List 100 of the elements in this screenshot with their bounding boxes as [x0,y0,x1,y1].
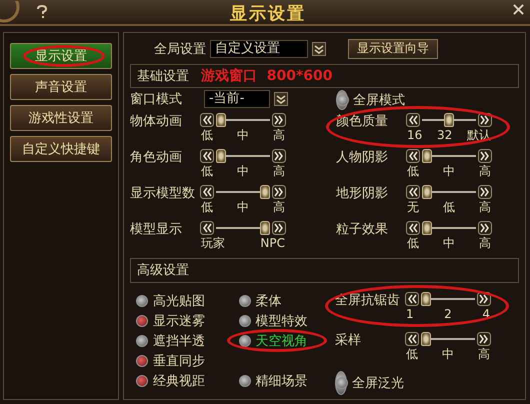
tick-label: 低 [407,164,419,179]
setting-label: 采样 [335,332,362,349]
double-chevron-right-icon[interactable] [272,184,286,199]
radio-button[interactable] [337,94,349,106]
mode-dropdown[interactable]: -当前- [204,90,270,108]
tick-label: 2 [444,307,452,322]
sidebar-tab[interactable]: 显示设置 [10,43,112,69]
tick-label: 无 [407,200,419,215]
radio-button[interactable] [136,335,148,347]
close-icon[interactable] [513,4,524,15]
tick-label: 高 [273,128,285,143]
double-chevron-right-icon[interactable] [477,332,491,346]
setting-label: 人物阴影 [336,148,389,166]
setting-label: 窗口模式 [130,90,183,108]
tick-label: 高 [479,200,491,215]
slider-thumb[interactable] [422,148,432,163]
slider-thumb[interactable] [422,184,432,199]
tick-label: 中 [443,236,455,251]
option-label: 垂直同步 [153,353,205,370]
double-chevron-right-icon[interactable] [272,148,286,163]
section-title: 高级设置 [137,262,189,280]
tick-label: 中 [443,164,455,179]
tick-label: 高 [273,200,285,215]
setting-label: 物体动画 [130,112,183,130]
slider-thumb[interactable] [444,112,454,127]
tick-label: 1 [406,307,414,322]
setting-label: 粒子效果 [336,220,389,238]
option-label: 模型特效 [256,313,308,330]
tick-label: 16 [407,128,422,143]
tick-label: 低 [201,200,213,215]
tick-label: 低 [201,128,213,143]
double-chevron-right-icon[interactable] [478,184,492,199]
setting-label: 显示模型数 [130,184,196,202]
tick-label: 低 [443,200,455,215]
global-label: 全局设置 [154,40,206,58]
tick-label: NPC [260,236,285,251]
option-label: 高光贴图 [153,293,205,310]
double-chevron-left-icon[interactable] [200,220,214,235]
double-chevron-right-icon[interactable] [272,220,286,235]
double-chevron-left-icon[interactable] [406,220,420,235]
radio-button[interactable] [238,335,250,347]
tick-label: 高 [479,236,491,251]
sidebar-tab[interactable]: 声音设置 [10,74,112,100]
option-label: 经典视距 [153,373,205,390]
tick-label: 高 [273,164,285,179]
option-label: 天空视角 [256,333,308,350]
tick-label: 4 [482,307,490,322]
slider-track[interactable] [421,292,475,306]
double-chevron-left-icon[interactable] [406,184,420,199]
radio-button[interactable] [336,377,348,389]
tick-label: 低 [407,236,419,251]
tick-label: 中 [237,128,249,143]
preset-dropdown[interactable]: 自定义设置 [210,40,308,58]
radio-button[interactable] [238,375,250,387]
dropdown-arrow-icon[interactable] [312,42,326,56]
slider-thumb[interactable] [421,332,431,346]
slider-thumb[interactable] [260,220,270,235]
option-label: 显示迷雾 [153,313,205,330]
double-chevron-left-icon[interactable] [405,332,419,346]
double-chevron-right-icon[interactable] [272,112,286,127]
double-chevron-right-icon[interactable] [478,220,492,235]
option-label: 遮挡半透 [153,333,205,350]
tick-label: 中 [442,347,454,362]
tick-label: 高 [479,164,491,179]
double-chevron-left-icon[interactable] [406,112,420,127]
setting-label: 角色动画 [130,148,183,166]
option-label: 柔体 [256,293,282,310]
double-chevron-left-icon[interactable] [405,292,419,306]
double-chevron-left-icon[interactable] [406,148,420,163]
tick-label: 高 [478,347,490,362]
radio-button[interactable] [136,315,148,327]
tick-label: 低 [406,347,418,362]
double-chevron-left-icon[interactable] [200,148,214,163]
double-chevron-right-icon[interactable] [478,148,492,163]
radio-button[interactable] [136,375,148,387]
double-chevron-left-icon[interactable] [200,184,214,199]
dropdown-arrow-icon[interactable] [274,92,288,106]
slider-thumb[interactable] [260,184,270,199]
sidebar-tab[interactable]: 游戏性设置 [10,105,112,131]
radio-button[interactable] [238,295,250,307]
tick-label: 玩家 [201,236,225,251]
option-label: 精细场景 [256,373,308,390]
slider-track[interactable] [422,112,476,127]
slider-thumb[interactable] [216,112,226,127]
help-icon[interactable] [36,5,48,19]
tick-label: 中 [237,200,249,215]
wizard-button[interactable]: 显示设置向导 [348,38,438,59]
slider-track[interactable] [422,148,476,163]
slider-thumb[interactable] [216,148,226,163]
window-title: 显示设置 [230,3,306,25]
tick-label: 32 [437,128,452,143]
sidebar-tab[interactable]: 自定义快捷键 [10,136,112,162]
double-chevron-left-icon[interactable] [200,112,214,127]
radio-button[interactable] [136,295,148,307]
radio-button[interactable] [136,355,148,367]
double-chevron-right-icon[interactable] [477,292,491,306]
radio-button[interactable] [238,315,250,327]
section-title: 基础设置 [137,68,189,85]
slider-thumb[interactable] [421,292,431,306]
slider-thumb[interactable] [422,220,432,235]
